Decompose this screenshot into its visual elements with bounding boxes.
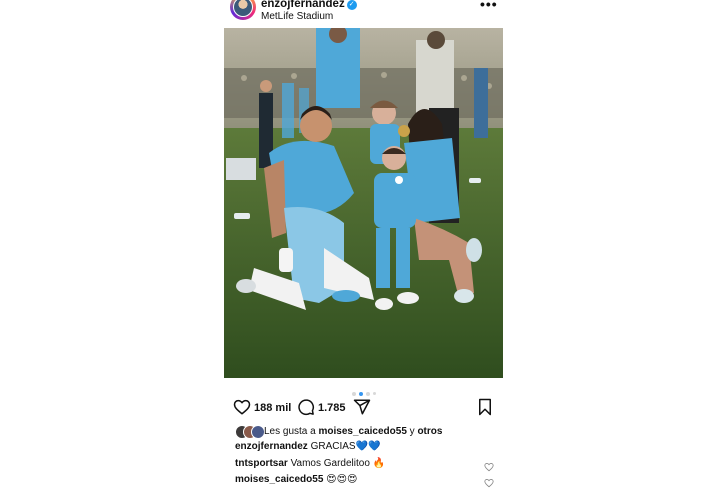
more-dots-icon[interactable]: ••• [480,0,498,12]
comment-like-heart-icon[interactable] [484,475,494,493]
carousel-dot [366,391,370,396]
comment-row: moises_caicedo55 😍😍😍 [235,474,357,485]
comment-row: tntsportsar Vamos Gardelitoo 🔥 [235,458,385,469]
liked-by-avatar [251,425,265,439]
caption: enzojfernandez GRACIAS💙💙 [235,441,381,452]
carousel-dot [373,392,376,396]
liked-by-others[interactable]: otros [417,426,442,437]
post-photo[interactable] [224,28,503,378]
liked-by-user[interactable]: moises_caicedo55 [319,426,407,437]
liked-by-text: Les gusta a moises_caicedo55 y otros [264,426,442,437]
comment-text: Vamos Gardelitoo 🔥 [290,458,386,469]
carousel-dot-active [359,391,363,396]
liked-by-prefix: Les gusta a [264,426,316,437]
photo-image [224,28,503,378]
liked-by-connector: y [409,426,415,437]
post-actions: 188 mil 1.785 [233,398,495,418]
comment-text: 😍😍😍 [326,474,358,485]
comment-username[interactable]: moises_caicedo55 [235,474,323,485]
post-location[interactable]: MetLife Stadium [261,11,333,22]
post-username-text[interactable]: enzojfernandez [261,0,345,10]
avatar[interactable] [230,0,256,20]
verified-badge-icon: ✓ [346,0,357,10]
post-username[interactable]: enzojfernandez ✓ [261,0,357,10]
avatar-image [233,0,253,17]
caption-text: GRACIAS💙💙 [310,441,381,452]
bookmark-icon[interactable] [477,398,493,418]
heart-icon[interactable] [233,398,251,418]
comment-username[interactable]: tntsportsar [235,458,288,469]
comment-icon[interactable] [297,398,315,418]
likes-count[interactable]: 188 mil [254,402,291,414]
caption-username[interactable]: enzojfernandez [235,441,308,452]
share-icon[interactable] [353,398,371,418]
carousel-dot [352,391,356,396]
carousel-dots [352,385,379,396]
post-header: enzojfernandez ✓ MetLife Stadium ••• [227,0,503,26]
comments-count[interactable]: 1.785 [318,402,346,414]
